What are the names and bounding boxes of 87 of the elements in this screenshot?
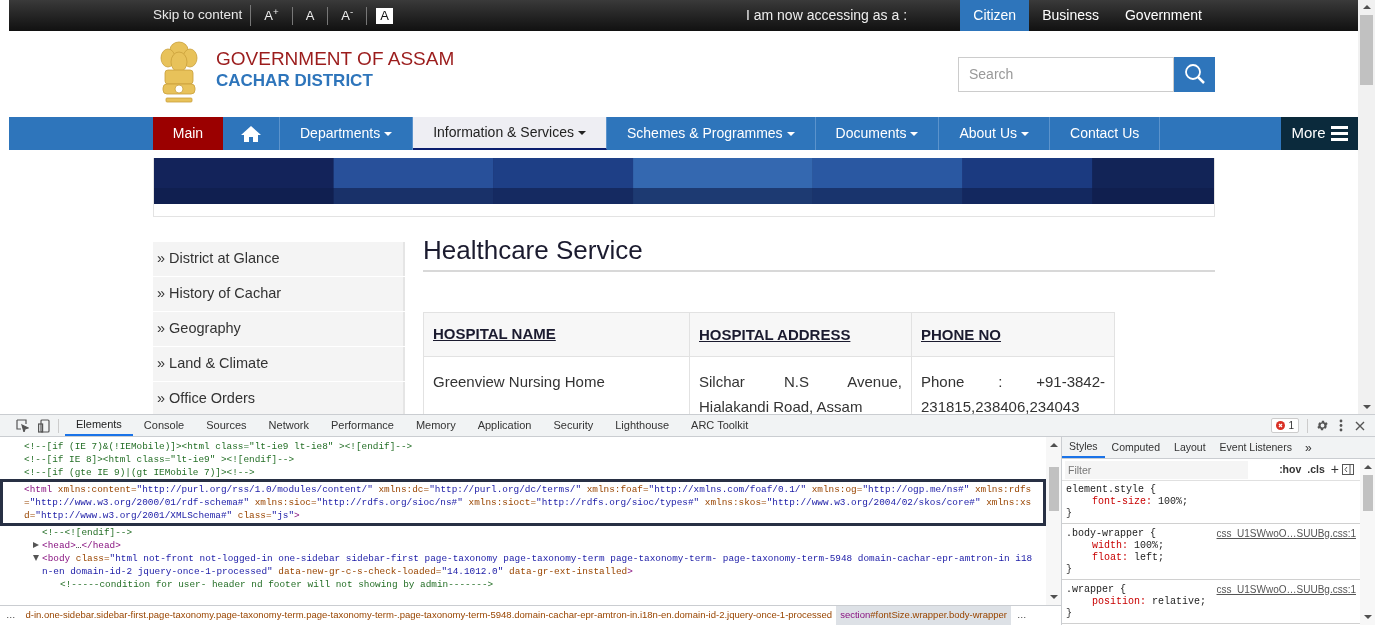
devtools-tab[interactable]: Lighthouse (604, 415, 681, 436)
dom-comment[interactable]: <!--[if (IE 7)&(!IEMobile)]><html class="lt-ie9 lt-ie8" ><![endif]--> (24, 440, 413, 453)
breadcrumb-overflow[interactable]: … (1011, 608, 1033, 623)
stylesheet-link[interactable]: css_U1SWwoO…SUUBg.css:1 (1216, 528, 1356, 540)
devtools-tab[interactable]: Elements (65, 415, 133, 436)
font-size-button[interactable]: A$^{-}$ (337, 7, 358, 24)
sidebar-link[interactable]: » District at Glance (153, 242, 405, 276)
css-closing-brace: } (1066, 608, 1072, 620)
css-declaration[interactable]: width: 100%; (1066, 540, 1356, 552)
devtools-tab[interactable]: Console (132, 415, 196, 436)
devtools-tab[interactable]: Memory (404, 415, 467, 436)
filter-field[interactable]: Filter (1065, 460, 1248, 479)
devtools-tab[interactable]: Sources (195, 415, 258, 436)
audience-tab[interactable]: Business (1029, 0, 1112, 31)
css-declaration[interactable]: float: left; (1066, 552, 1356, 564)
menu-icon (1330, 126, 1348, 141)
styles-tab[interactable]: Event Listeners (1212, 437, 1299, 458)
nav-menu-item[interactable]: About Us (939, 117, 1050, 150)
audience-tab[interactable]: Government (1111, 0, 1215, 31)
search-field[interactable]: Search (958, 56, 1174, 92)
settings-icon[interactable] (1316, 419, 1329, 432)
search-icon (1183, 63, 1206, 85)
elements-scrollbar[interactable] (1046, 437, 1061, 605)
site-subtitle: CACHAR DISTRICT (216, 70, 374, 92)
more-options-icon[interactable] (1339, 419, 1343, 432)
css-closing-brace: } (1066, 564, 1072, 576)
column-header: HOSPITAL NAME (423, 312, 690, 357)
stylesheet-link[interactable]: css_U1SWwoO…SUUBg.css:1 (1216, 584, 1356, 596)
devtools-tab[interactable]: Network (257, 415, 320, 436)
font-size-button[interactable]: A$^{+}$ (260, 7, 283, 24)
more-tabs-button[interactable]: » (1298, 438, 1318, 457)
sidebar-link[interactable]: » Geography (153, 312, 405, 346)
inspect-icon[interactable] (16, 419, 29, 432)
dom-comment[interactable]: <!-----condition for user- header nd footer will not showing by admin-------> (60, 578, 494, 591)
skip-link[interactable]: Skip to content (153, 5, 252, 26)
sidebar-link[interactable]: » Land & Climate (153, 347, 405, 381)
css-declaration[interactable]: position: relative; (1066, 596, 1356, 608)
nav-menu-item[interactable]: Documents (815, 117, 940, 150)
hov-toggle[interactable]: :hov (1276, 461, 1305, 478)
home-icon (240, 124, 262, 143)
styles-tab[interactable]: Layout (1167, 437, 1213, 458)
breadcrumb[interactable]: section#fontSize.wrapper.body-wrapper (836, 606, 1012, 625)
styles-scrollbar[interactable] (1360, 459, 1375, 625)
breadcrumb-overflow[interactable]: … (0, 608, 22, 623)
accessing-label: I am now accessing as a : (745, 6, 908, 25)
page-scrollbar[interactable] (1358, 0, 1375, 414)
search-button[interactable] (1174, 56, 1215, 92)
close-icon[interactable] (1355, 420, 1365, 431)
styles-tab[interactable]: Styles (1062, 437, 1105, 458)
dom-comment[interactable]: <!--<![endif]--> (42, 526, 132, 539)
nav-main-button[interactable]: Main (153, 117, 223, 150)
column-header: HOSPITAL ADDRESS (689, 312, 912, 357)
cls-toggle[interactable]: .cls (1304, 461, 1328, 478)
dom-node[interactable]: <body class="html not-front not-logged-in one-sidebar sidebar-first page-taxonomy page-taxonomy-term page-taxonomy-term- page-taxonomy-term-5948 domain-cachar-epr-amtron-in i18n-en domain-id-2 jquery-once-1-processed" data-new-gr-c-s-check-loaded="14.1012.0" data-gr-ext-installed> (42, 552, 1036, 578)
column-header: PHONE NO (911, 312, 1115, 357)
audience-tab[interactable]: Citizen (960, 0, 1030, 31)
nav-menu-item[interactable]: Schemes & Programmes (607, 117, 816, 150)
css-selector: .body-wrapper { (1066, 528, 1156, 540)
devtools-tab[interactable]: Performance (319, 415, 405, 436)
css-closing-brace: } (1066, 508, 1072, 520)
font-size-button[interactable]: A (301, 7, 319, 24)
dom-node[interactable]: <head>…</head> (42, 539, 121, 552)
nav-menu-item[interactable]: Contact Us (1050, 117, 1161, 150)
breadcrumb[interactable]: d-in.one-sidebar.sidebar-first.page-taxonomy.page-taxonomy-term.page-taxonomy-term-.page-taxonomy-term-5948.domain-cachar-epr-amtron-in.i18n-en.domain-id-2.jquery-once-1-processed (21, 606, 837, 625)
devtools-tab[interactable]: Application (466, 415, 543, 436)
dom-comment[interactable]: <!--[if IE 8]><html class="lt-ie9" ><![endif]--> (24, 453, 295, 466)
css-selector: .wrapper { (1066, 584, 1126, 596)
sidebar-toggle-icon[interactable] (1342, 464, 1354, 475)
dom-comment[interactable]: <!--[if (gte IE 9)|(gt IEMobile 7)]><!--> (24, 466, 255, 479)
devtools-tab[interactable]: Security (542, 415, 605, 436)
new-rule-button[interactable]: + (1327, 459, 1342, 480)
error-icon (1276, 421, 1286, 430)
styles-tab[interactable]: Computed (1104, 437, 1168, 458)
more-menu-button[interactable]: More (1281, 117, 1358, 150)
site-title: GOVERNMENT OF ASSAM (216, 48, 455, 70)
expand-arrow-icon[interactable] (33, 555, 39, 561)
page-heading: Healthcare Service (423, 234, 644, 266)
device-icon[interactable] (38, 418, 50, 433)
sidebar-link[interactable]: » Office Orders (153, 382, 405, 414)
nav-menu-item[interactable]: Information & Services (413, 117, 607, 150)
expand-arrow-icon[interactable] (33, 542, 39, 548)
font-size-button[interactable]: A (376, 7, 393, 24)
error-badge[interactable]: 1 (1271, 418, 1299, 433)
css-selector: element.style { (1066, 484, 1156, 496)
css-declaration[interactable]: font-size: 100%; (1066, 496, 1356, 508)
devtools-tab[interactable]: ARC Toolkit (680, 415, 760, 436)
sidebar-link[interactable]: » History of Cachar (153, 277, 405, 311)
